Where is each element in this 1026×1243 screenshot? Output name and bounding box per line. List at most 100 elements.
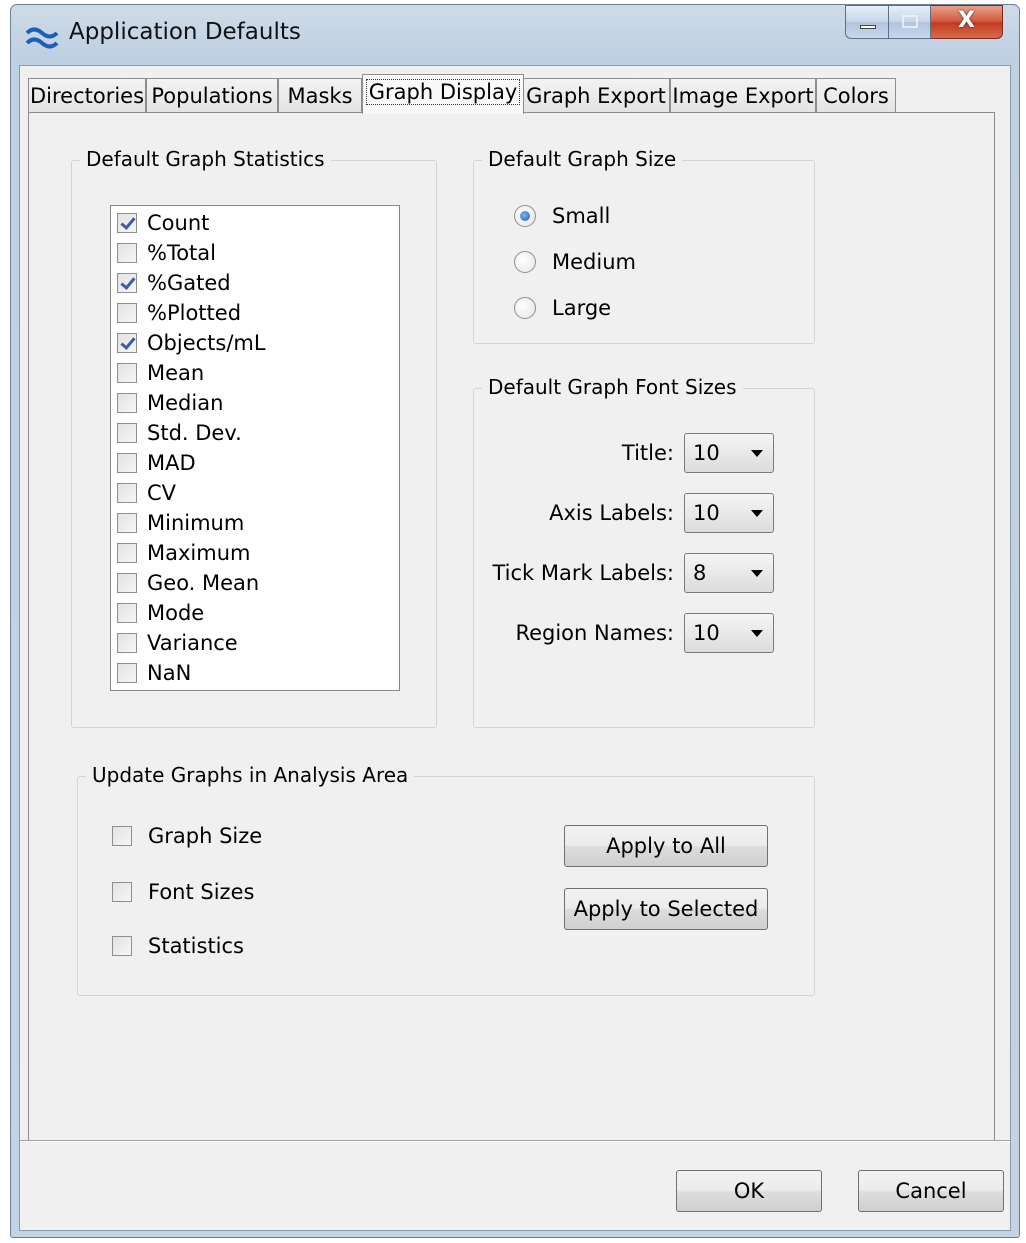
stat-item[interactable]: Objects/mL	[117, 328, 266, 358]
stat-checkbox[interactable]	[117, 243, 137, 263]
apply-to-selected-button[interactable]: Apply to Selected	[564, 888, 768, 930]
select-value: 10	[693, 441, 720, 465]
radio-large[interactable]: Large	[514, 293, 611, 323]
title-font-size-select[interactable]: 10	[684, 433, 774, 473]
tab-colors[interactable]: Colors	[816, 78, 896, 113]
statistics-checklist[interactable]: Count %Total %Gated %Plotted Objects/mL Mean M…	[110, 205, 400, 691]
group-title-font-sizes: Default Graph Font Sizes	[482, 375, 743, 399]
tab-graph-display-label: Graph Display	[365, 79, 521, 105]
tab-populations[interactable]: Populations	[146, 78, 278, 113]
stat-checkbox[interactable]	[117, 603, 137, 623]
stat-label: MAD	[147, 451, 196, 475]
stat-item[interactable]: Std. Dev.	[117, 418, 242, 448]
stat-checkbox[interactable]	[117, 513, 137, 533]
stat-checkbox[interactable]	[117, 663, 137, 683]
stat-checkbox[interactable]	[117, 273, 137, 293]
font-label-tick-mark-labels: Tick Mark Labels:	[492, 561, 674, 585]
update-statistics-row[interactable]: Statistics	[112, 931, 244, 961]
stat-item[interactable]: %Total	[117, 238, 216, 268]
stat-checkbox[interactable]	[117, 543, 137, 563]
wave-app-icon	[25, 27, 59, 49]
radio-label-medium: Medium	[552, 250, 636, 274]
statistics-checkbox[interactable]	[112, 936, 132, 956]
ok-button[interactable]: OK	[676, 1170, 822, 1212]
tab-graph-export[interactable]: Graph Export	[522, 78, 670, 113]
font-row-tick-mark-labels: Tick Mark Labels: 8	[492, 553, 774, 593]
apply-to-all-button[interactable]: Apply to All	[564, 825, 768, 867]
stat-item[interactable]: %Gated	[117, 268, 231, 298]
select-value: 8	[693, 561, 707, 585]
select-value: 10	[693, 501, 720, 525]
dialog-client-area: Directories Populations Masks Graph Disp…	[19, 65, 1011, 1231]
radio-button-medium[interactable]	[514, 251, 536, 273]
default-graph-size-group: Default Graph Size Small Medium Large	[473, 147, 815, 344]
stat-checkbox[interactable]	[117, 363, 137, 383]
graph-size-label: Graph Size	[148, 824, 263, 848]
stat-item[interactable]: %Plotted	[117, 298, 241, 328]
group-title-statistics: Default Graph Statistics	[80, 147, 331, 171]
stat-checkbox[interactable]	[117, 633, 137, 653]
graph-display-page: Default Graph Statistics Count %Total %Gat…	[28, 112, 995, 1142]
stat-checkbox[interactable]	[117, 333, 137, 353]
stat-checkbox[interactable]	[117, 303, 137, 323]
radio-small[interactable]: Small	[514, 201, 610, 231]
default-graph-statistics-group: Default Graph Statistics Count %Total %Gat…	[71, 147, 437, 728]
stat-item[interactable]: Mean	[117, 358, 204, 388]
close-icon: X	[958, 8, 975, 33]
stat-checkbox[interactable]	[117, 423, 137, 443]
stat-checkbox[interactable]	[117, 453, 137, 473]
radio-label-large: Large	[552, 296, 612, 320]
update-font-sizes-row[interactable]: Font Sizes	[112, 877, 254, 907]
tab-image-export[interactable]: Image Export	[670, 78, 816, 113]
stat-item[interactable]: Minimum	[117, 508, 244, 538]
minimize-button[interactable]	[845, 5, 889, 39]
stat-checkbox[interactable]	[117, 213, 137, 233]
maximize-button[interactable]	[889, 5, 931, 39]
radio-button-small[interactable]	[514, 205, 536, 227]
stat-label: Mean	[147, 361, 205, 385]
tick-mark-labels-font-size-select[interactable]: 8	[684, 553, 774, 593]
dropdown-arrow-icon	[751, 570, 763, 577]
dropdown-arrow-icon	[751, 510, 763, 517]
tab-masks[interactable]: Masks	[278, 78, 362, 113]
application-defaults-window: Application Defaults X Directories Popul…	[10, 4, 1020, 1238]
maximize-icon	[902, 15, 918, 28]
stat-checkbox[interactable]	[117, 393, 137, 413]
stat-item[interactable]: Geo. Mean	[117, 568, 259, 598]
font-sizes-checkbox[interactable]	[112, 882, 132, 902]
stat-item[interactable]: CV	[117, 478, 176, 508]
stat-label: Minimum	[147, 511, 245, 535]
stat-label: %Plotted	[147, 301, 242, 325]
select-value: 10	[693, 621, 720, 645]
stat-label: CV	[147, 481, 177, 505]
stat-label: Maximum	[147, 541, 251, 565]
stat-item[interactable]: MAD	[117, 448, 196, 478]
stat-label: %Total	[147, 241, 216, 265]
font-label-axis-labels: Axis Labels:	[549, 501, 674, 525]
cancel-button[interactable]: Cancel	[858, 1170, 1004, 1212]
stat-item[interactable]: Maximum	[117, 538, 250, 568]
default-graph-font-sizes-group: Default Graph Font Sizes Title: 10 Axis …	[473, 375, 815, 728]
update-graph-size-row[interactable]: Graph Size	[112, 821, 262, 851]
stat-checkbox[interactable]	[117, 483, 137, 503]
stat-label: Mode	[147, 601, 205, 625]
radio-medium[interactable]: Medium	[514, 247, 636, 277]
title-bar[interactable]: Application Defaults X	[11, 5, 1019, 65]
update-graphs-group: Update Graphs in Analysis Area Graph Siz…	[77, 763, 815, 996]
radio-label-small: Small	[552, 204, 611, 228]
tab-graph-display[interactable]: Graph Display	[362, 74, 524, 114]
stat-item[interactable]: Count	[117, 208, 209, 238]
stat-item[interactable]: Variance	[117, 628, 238, 658]
stat-checkbox[interactable]	[117, 573, 137, 593]
radio-button-large[interactable]	[514, 297, 536, 319]
graph-size-checkbox[interactable]	[112, 826, 132, 846]
region-names-font-size-select[interactable]: 10	[684, 613, 774, 653]
window-title: Application Defaults	[69, 19, 301, 45]
stat-item[interactable]: NaN	[117, 658, 191, 688]
stat-label: Geo. Mean	[147, 571, 260, 595]
tab-directories[interactable]: Directories	[28, 78, 146, 113]
close-button[interactable]: X	[931, 5, 1003, 39]
stat-item[interactable]: Mode	[117, 598, 204, 628]
stat-item[interactable]: Median	[117, 388, 223, 418]
axis-labels-font-size-select[interactable]: 10	[684, 493, 774, 533]
